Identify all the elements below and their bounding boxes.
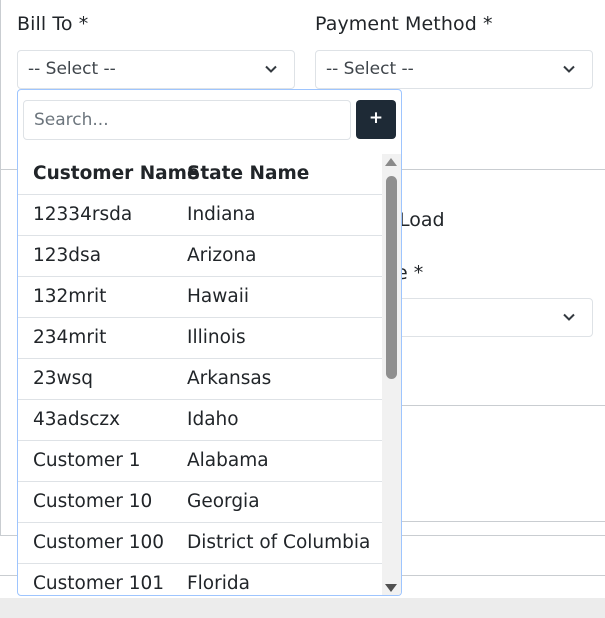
- chevron-down-icon: [563, 65, 575, 73]
- customer-name-cell: Customer 10: [33, 491, 153, 512]
- customer-name-cell: 12334rsda: [33, 204, 133, 225]
- customer-name-cell: 123dsa: [33, 245, 102, 266]
- customer-name-cell: Customer 100: [33, 532, 165, 553]
- customer-name-cell: 234mrit: [33, 327, 107, 348]
- customer-name-cell: Customer 1: [33, 450, 141, 471]
- customer-table-header: Customer Name State Name: [18, 154, 382, 195]
- payment-method-select-value: -- Select --: [326, 59, 414, 79]
- column-header-state-name: State Name: [187, 163, 310, 184]
- customer-row[interactable]: Customer 100 District of Columbia: [18, 523, 382, 564]
- section-divider-bottom: [0, 535, 17, 536]
- bill-to-label: Bill To *: [17, 13, 89, 35]
- state-name-cell: Idaho: [187, 409, 239, 430]
- column-header-customer-name: Customer Name: [33, 163, 200, 184]
- state-name-cell: Alabama: [187, 450, 269, 471]
- chevron-down-icon: [563, 313, 575, 321]
- customer-row[interactable]: 234mrit Illinois: [18, 318, 382, 359]
- customer-row[interactable]: 12334rsda Indiana: [18, 195, 382, 236]
- background-select[interactable]: [380, 298, 593, 337]
- customer-search-input[interactable]: Search...: [23, 100, 351, 140]
- partial-field-label: Load: [399, 209, 445, 231]
- customer-name-cell: 23wsq: [33, 368, 94, 389]
- payment-method-select[interactable]: -- Select --: [315, 50, 593, 89]
- section-divider-bottom-right: [400, 535, 605, 536]
- scrollbar-thumb[interactable]: [386, 176, 397, 379]
- section-divider-top: [400, 169, 605, 170]
- customer-row[interactable]: 23wsq Arkansas: [18, 359, 382, 400]
- payment-method-label: Payment Method *: [315, 13, 493, 35]
- state-name-cell: Hawaii: [187, 286, 249, 307]
- section-divider-lower: [400, 521, 605, 522]
- scroll-up-icon[interactable]: [385, 158, 397, 166]
- customer-row[interactable]: Customer 1 Alabama: [18, 441, 382, 482]
- state-name-cell: Illinois: [187, 327, 246, 348]
- customer-name-cell: 132mrit: [33, 286, 107, 307]
- customer-name-cell: 43adsczx: [33, 409, 121, 430]
- customer-row[interactable]: 132mrit Hawaii: [18, 277, 382, 318]
- state-name-cell: Indiana: [187, 204, 256, 225]
- customer-row[interactable]: Customer 101 Florida: [18, 564, 382, 595]
- chevron-down-icon: [265, 65, 277, 73]
- footer-bar: [0, 598, 605, 618]
- bill-to-select-value: -- Select --: [28, 59, 116, 79]
- add-customer-button[interactable]: +: [356, 100, 396, 139]
- bill-to-select[interactable]: -- Select --: [17, 50, 295, 89]
- customer-row[interactable]: 43adsczx Idaho: [18, 400, 382, 441]
- customer-name-cell: Customer 101: [33, 573, 165, 594]
- customer-list: Customer Name State Name 12334rsda India…: [18, 154, 382, 595]
- state-name-cell: Arizona: [187, 245, 257, 266]
- state-name-cell: District of Columbia: [187, 532, 371, 553]
- bill-to-dropdown-panel: Search... + Customer Name State Name 123…: [17, 89, 402, 596]
- state-name-cell: Florida: [187, 573, 250, 594]
- state-name-cell: Georgia: [187, 491, 260, 512]
- left-border: [0, 0, 1, 536]
- section-left-edge: [0, 169, 17, 170]
- customer-row[interactable]: Customer 10 Georgia: [18, 482, 382, 523]
- section-divider-mid: [400, 405, 605, 406]
- customer-row[interactable]: 123dsa Arizona: [18, 236, 382, 277]
- state-name-cell: Arkansas: [187, 368, 272, 389]
- customer-list-scrollbar[interactable]: [382, 154, 401, 595]
- scroll-down-icon[interactable]: [385, 584, 397, 592]
